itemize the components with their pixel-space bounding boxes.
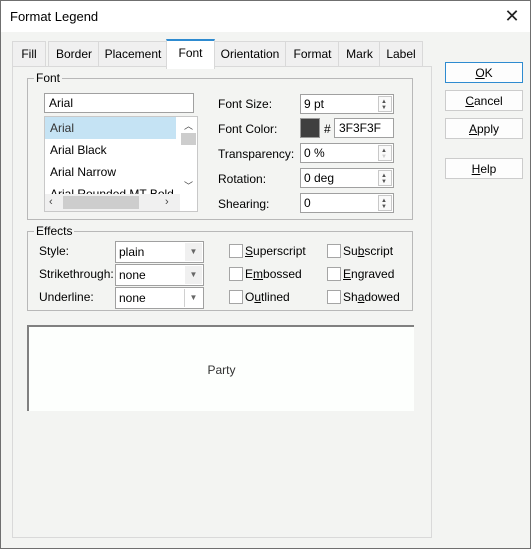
engraved-label: Engraved (343, 267, 395, 281)
tab-fill[interactable]: Fill (12, 41, 46, 66)
tab-label[interactable]: Label (379, 41, 423, 66)
checkbox-box[interactable] (229, 267, 243, 281)
checkbox-box[interactable] (327, 290, 341, 304)
font-group: Font Arial Arial Arial Black Arial Narro… (27, 71, 413, 220)
strikethrough-label: Strikethrough: (39, 267, 114, 281)
spin-down-icon[interactable]: ▼ (381, 154, 387, 160)
help-button[interactable]: Help (445, 158, 523, 179)
font-size-value: 9 pt (304, 97, 325, 111)
font-tab-panel: Font Arial Arial Arial Black Arial Narro… (12, 66, 432, 538)
spin-buttons[interactable]: ▲ ▼ (378, 145, 392, 161)
spin-down-icon[interactable]: ▼ (381, 204, 387, 210)
chevron-down-icon[interactable]: ▼ (185, 243, 202, 261)
format-legend-dialog: Format Legend ✕ Fill Border Placement Fo… (0, 0, 531, 549)
rotation-spinner[interactable]: 0 deg ▲ ▼ (300, 168, 394, 188)
font-list[interactable]: Arial Arial Black Arial Narrow Arial Rou… (44, 116, 198, 212)
close-icon[interactable]: ✕ (502, 6, 522, 26)
superscript-label: Superscript (245, 244, 306, 258)
ok-button[interactable]: OK (445, 62, 523, 83)
strikethrough-value: none (119, 268, 146, 282)
tab-mark[interactable]: Mark (338, 41, 381, 66)
style-select[interactable]: plain ▼ (115, 241, 204, 263)
shearing-label: Shearing: (218, 197, 270, 211)
scroll-right-icon[interactable]: › (165, 196, 169, 208)
tab-font[interactable]: Font (166, 39, 215, 69)
scroll-down-icon[interactable]: ﹀ (180, 179, 197, 192)
embossed-label: Embossed (245, 267, 302, 281)
effects-group: Effects Style: plain ▼ Strikethrough: no… (27, 224, 413, 311)
underline-select[interactable]: none ▼ (115, 287, 204, 309)
underline-value: none (119, 291, 146, 305)
tab-format[interactable]: Format (285, 41, 340, 66)
apply-button[interactable]: Apply (445, 118, 523, 139)
checkbox-box[interactable] (327, 267, 341, 281)
font-size-spinner[interactable]: 9 pt ▲ ▼ (300, 94, 394, 114)
style-label: Style: (39, 244, 70, 258)
scroll-up-icon[interactable]: ︿ (180, 119, 197, 132)
scroll-thumb[interactable] (181, 133, 196, 145)
tab-orientation[interactable]: Orientation (213, 41, 287, 66)
spin-down-icon[interactable]: ▼ (381, 105, 387, 111)
shadowed-label: Shadowed (343, 290, 400, 304)
font-name-input[interactable]: Arial (44, 93, 194, 113)
style-value: plain (119, 245, 145, 259)
title-bar: Format Legend ✕ (1, 1, 530, 32)
font-list-item[interactable]: Arial Black (45, 139, 176, 161)
strikethrough-select[interactable]: none ▼ (115, 264, 204, 286)
subscript-label: Subscript (343, 244, 394, 258)
transparency-label: Transparency: (218, 147, 295, 161)
spin-buttons[interactable]: ▲ ▼ (378, 96, 392, 112)
effects-group-title: Effects (34, 224, 75, 238)
dialog-title: Format Legend (10, 9, 99, 24)
cancel-button[interactable]: Cancel (445, 90, 523, 111)
rotation-label: Rotation: (218, 172, 267, 186)
font-color-swatch[interactable] (300, 118, 320, 138)
tab-border[interactable]: Border (48, 41, 100, 66)
transparency-value: 0 % (304, 146, 325, 160)
font-color-hex-input[interactable]: 3F3F3F (334, 118, 394, 138)
horizontal-scrollbar[interactable]: ‹ › (45, 194, 180, 211)
spin-buttons[interactable]: ▲ ▼ (378, 195, 392, 211)
chevron-down-icon[interactable]: ▼ (184, 289, 202, 307)
preview-text: Party (207, 363, 236, 377)
underline-label: Underline: (39, 290, 94, 304)
rotation-value: 0 deg (304, 171, 335, 185)
checkbox-box[interactable] (229, 244, 243, 258)
vertical-scrollbar[interactable]: ︿ ﹀ (180, 117, 197, 194)
scroll-thumb[interactable] (63, 196, 139, 209)
font-list-item[interactable]: Arial (45, 117, 176, 139)
shearing-value: 0 (304, 196, 311, 210)
tab-placement[interactable]: Placement (98, 41, 168, 66)
checkbox-box[interactable] (327, 244, 341, 258)
font-list-item[interactable]: Arial Narrow (45, 161, 176, 183)
font-group-title: Font (34, 71, 63, 85)
transparency-spinner[interactable]: 0 % ▲ ▼ (300, 143, 394, 163)
hash-label: # (324, 122, 331, 136)
checkbox-box[interactable] (229, 290, 243, 304)
spin-down-icon[interactable]: ▼ (381, 179, 387, 185)
spin-buttons[interactable]: ▲ ▼ (378, 170, 392, 186)
chevron-down-icon[interactable]: ▼ (185, 266, 202, 284)
outlined-label: Outlined (245, 290, 290, 304)
font-preview-pane: Party (27, 325, 414, 411)
font-color-label: Font Color: (218, 122, 278, 136)
shearing-spinner[interactable]: 0 ▲ ▼ (300, 193, 394, 213)
scroll-left-icon[interactable]: ‹ (49, 196, 53, 208)
font-size-label: Font Size: (218, 97, 273, 111)
